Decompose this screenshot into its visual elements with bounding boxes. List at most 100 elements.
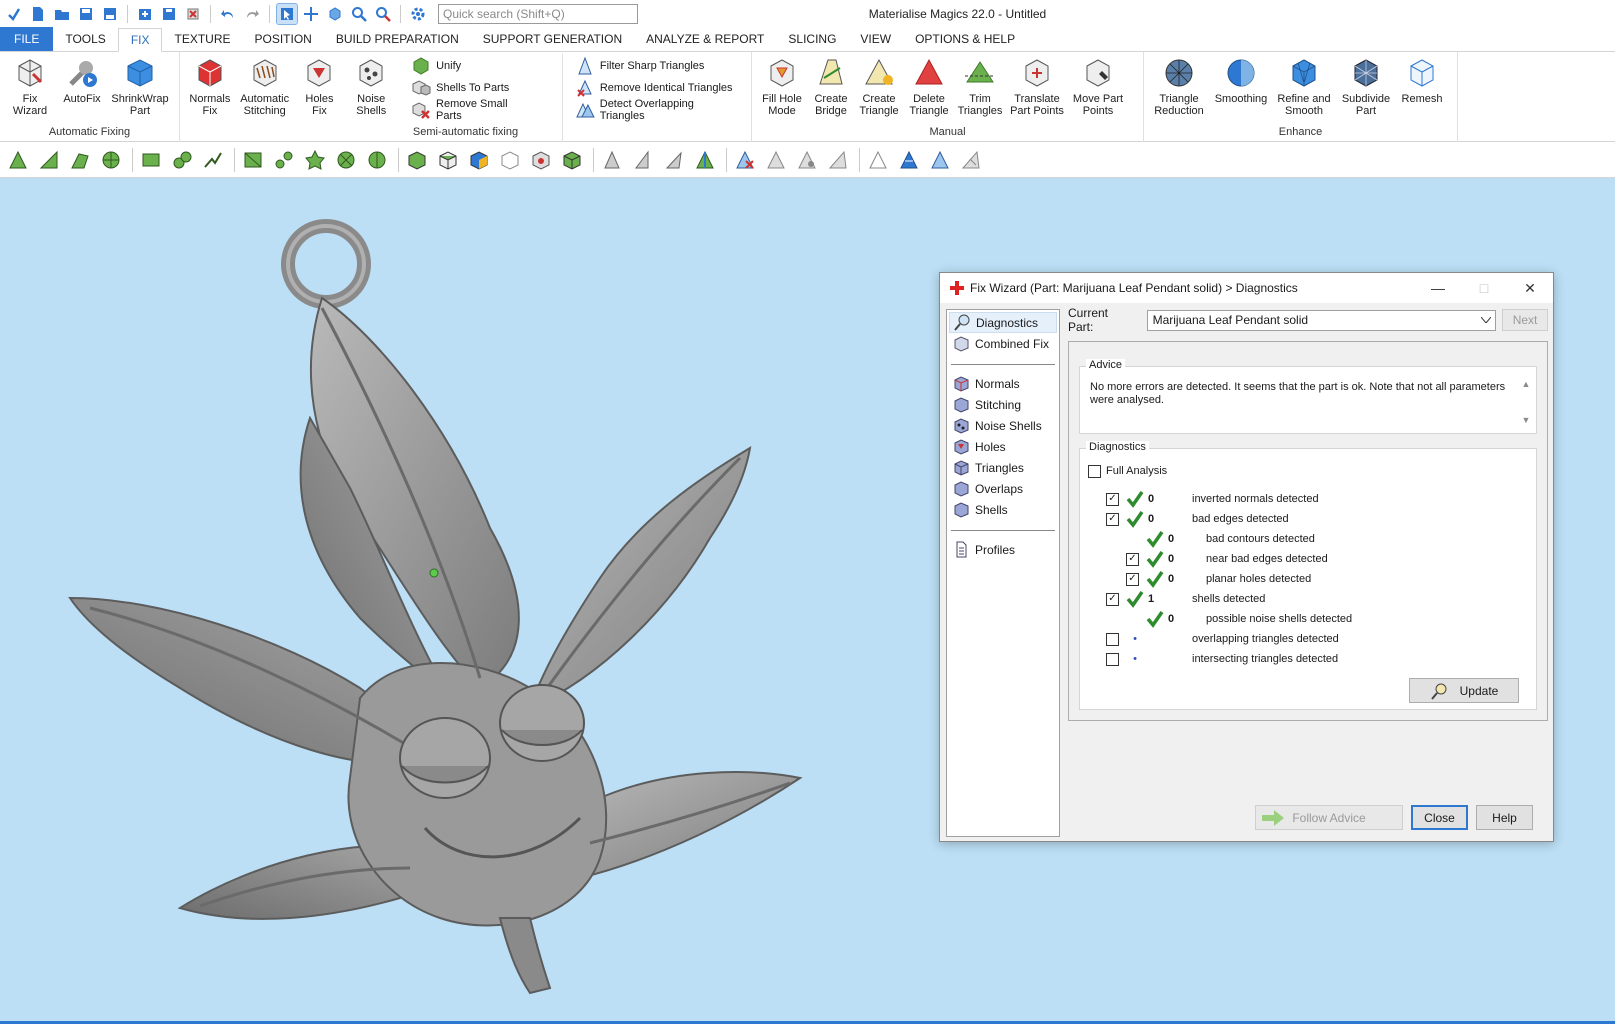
app-menu-icon[interactable] bbox=[4, 4, 24, 24]
sidebar-divider bbox=[951, 530, 1055, 531]
settings-gear-icon[interactable] bbox=[408, 4, 428, 24]
quick-search-input[interactable]: Quick search (Shift+Q) bbox=[438, 4, 638, 24]
triangle-tool-10-icon[interactable] bbox=[926, 146, 954, 174]
select-plane-icon[interactable] bbox=[35, 146, 63, 174]
update-button[interactable]: Update bbox=[1409, 678, 1519, 703]
pan-icon[interactable] bbox=[301, 4, 321, 24]
row-checkbox[interactable]: ✓ bbox=[1126, 552, 1139, 566]
undo-icon[interactable] bbox=[218, 4, 238, 24]
sidebar-item-shells[interactable]: Shells bbox=[949, 499, 1057, 520]
filter-sharp-triangles-button[interactable]: Filter Sharp Triangles bbox=[575, 56, 747, 76]
triangle-tool-4-icon[interactable] bbox=[691, 146, 719, 174]
row-checkbox[interactable]: ✓ bbox=[1106, 492, 1119, 506]
tab-options-help[interactable]: OPTIONS & HELP bbox=[903, 27, 1027, 51]
mark-all-icon[interactable] bbox=[363, 146, 391, 174]
tab-slicing[interactable]: SLICING bbox=[776, 27, 848, 51]
advice-scrollbar[interactable]: ▲ ▼ bbox=[1520, 379, 1532, 425]
sidebar-label: Stitching bbox=[975, 397, 1022, 412]
leaf-pendant-model[interactable] bbox=[60, 218, 840, 998]
row-checkbox[interactable]: ✓ bbox=[1126, 572, 1139, 586]
triangle-tool-11-icon[interactable] bbox=[957, 146, 985, 174]
shells-to-parts-button[interactable]: Shells To Parts bbox=[411, 78, 542, 98]
separator bbox=[269, 5, 270, 23]
sidebar-item-profiles[interactable]: Profiles bbox=[949, 539, 1057, 560]
view-cube-front-icon[interactable] bbox=[434, 146, 462, 174]
maximize-button[interactable]: □ bbox=[1461, 273, 1507, 303]
remove-identical-triangles-button[interactable]: Remove Identical Triangles bbox=[575, 78, 747, 98]
grow-selection-icon[interactable] bbox=[301, 146, 329, 174]
row-checkbox[interactable]: ✓ bbox=[1106, 592, 1119, 606]
next-button[interactable]: Next bbox=[1502, 309, 1548, 331]
view-cube-red-icon[interactable] bbox=[527, 146, 555, 174]
current-part-select[interactable]: Marijuana Leaf Pendant solid bbox=[1146, 309, 1497, 331]
mark-region-icon[interactable] bbox=[239, 146, 267, 174]
triangle-tool-6-icon[interactable] bbox=[793, 146, 821, 174]
shrink-selection-icon[interactable] bbox=[332, 146, 360, 174]
shells-to-parts-label: Shells To Parts bbox=[436, 82, 510, 94]
scroll-up-icon[interactable]: ▲ bbox=[1522, 379, 1531, 389]
full-analysis-checkbox[interactable] bbox=[1088, 464, 1101, 478]
zoom-fit-icon[interactable] bbox=[373, 4, 393, 24]
tab-tools[interactable]: TOOLS bbox=[53, 27, 117, 51]
sidebar-item-overlaps[interactable]: Overlaps bbox=[949, 478, 1057, 499]
redo-icon[interactable] bbox=[242, 4, 262, 24]
help-button[interactable]: Help bbox=[1476, 805, 1533, 830]
view-cube-wire-icon[interactable] bbox=[496, 146, 524, 174]
box-select-icon[interactable] bbox=[137, 146, 165, 174]
select-surface-icon[interactable] bbox=[66, 146, 94, 174]
mark-connected-icon[interactable] bbox=[270, 146, 298, 174]
sidebar-item-normals[interactable]: Normals bbox=[949, 373, 1057, 394]
minimize-button[interactable]: — bbox=[1415, 273, 1461, 303]
row-checkbox[interactable]: ✓ bbox=[1106, 512, 1119, 526]
select-mode-icon[interactable] bbox=[276, 3, 298, 25]
sidebar-item-holes[interactable]: Holes bbox=[949, 436, 1057, 457]
scroll-down-icon[interactable]: ▼ bbox=[1522, 415, 1531, 425]
close-button[interactable]: Close bbox=[1411, 805, 1468, 830]
tab-support-generation[interactable]: SUPPORT GENERATION bbox=[471, 27, 634, 51]
triangle-tool-7-icon[interactable] bbox=[824, 146, 852, 174]
row-checkbox[interactable] bbox=[1106, 652, 1119, 666]
tab-texture[interactable]: TEXTURE bbox=[162, 27, 242, 51]
tab-analyze-report[interactable]: ANALYZE & REPORT bbox=[634, 27, 776, 51]
polyline-select-icon[interactable] bbox=[199, 146, 227, 174]
open-file-icon[interactable] bbox=[52, 4, 72, 24]
tab-build-preparation[interactable]: BUILD PREPARATION bbox=[324, 27, 471, 51]
triangle-tool-9-icon[interactable] bbox=[895, 146, 923, 174]
tab-file[interactable]: FILE bbox=[0, 27, 54, 51]
lasso-select-icon[interactable] bbox=[168, 146, 196, 174]
tab-view[interactable]: VIEW bbox=[848, 27, 903, 51]
view-cube-green-icon[interactable] bbox=[558, 146, 586, 174]
save-as-icon[interactable] bbox=[100, 4, 120, 24]
close-window-button[interactable]: ✕ bbox=[1507, 273, 1553, 303]
detect-overlapping-triangles-button[interactable]: Detect Overlapping Triangles bbox=[575, 98, 747, 122]
follow-advice-button[interactable]: Follow Advice bbox=[1255, 805, 1403, 830]
tab-fix[interactable]: FIX bbox=[117, 28, 163, 52]
triangle-tool-3-icon[interactable] bbox=[660, 146, 688, 174]
view-cube-color-icon[interactable] bbox=[465, 146, 493, 174]
save-icon[interactable] bbox=[76, 4, 96, 24]
new-file-icon[interactable] bbox=[28, 4, 48, 24]
full-analysis-row[interactable]: Full Analysis bbox=[1088, 461, 1167, 481]
row-checkbox[interactable] bbox=[1106, 632, 1119, 646]
sidebar-item-stitching[interactable]: Stitching bbox=[949, 394, 1057, 415]
triangle-tool-2-icon[interactable] bbox=[629, 146, 657, 174]
select-triangle-icon[interactable] bbox=[4, 146, 32, 174]
zoom-icon[interactable] bbox=[349, 4, 369, 24]
import-part-icon[interactable] bbox=[135, 4, 155, 24]
triangle-tool-1-icon[interactable] bbox=[598, 146, 626, 174]
triangle-tool-5-icon[interactable] bbox=[762, 146, 790, 174]
sidebar-item-triangles[interactable]: Triangles bbox=[949, 457, 1057, 478]
rotate-view-icon[interactable] bbox=[325, 4, 345, 24]
sidebar-item-diagnostics[interactable]: Diagnostics bbox=[949, 312, 1057, 333]
select-shell-icon[interactable] bbox=[97, 146, 125, 174]
view-cube-icon[interactable] bbox=[403, 146, 431, 174]
triangle-tool-8-icon[interactable] bbox=[864, 146, 892, 174]
sidebar-item-combined-fix[interactable]: Combined Fix bbox=[949, 333, 1057, 354]
unload-part-icon[interactable] bbox=[183, 4, 203, 24]
sidebar-item-noise-shells[interactable]: Noise Shells bbox=[949, 415, 1057, 436]
tab-position[interactable]: POSITION bbox=[243, 27, 324, 51]
unify-button[interactable]: Unify bbox=[411, 56, 542, 76]
remove-small-parts-button[interactable]: Remove Small Parts bbox=[411, 98, 542, 122]
delete-marked-icon[interactable] bbox=[731, 146, 759, 174]
save-part-icon[interactable] bbox=[159, 4, 179, 24]
